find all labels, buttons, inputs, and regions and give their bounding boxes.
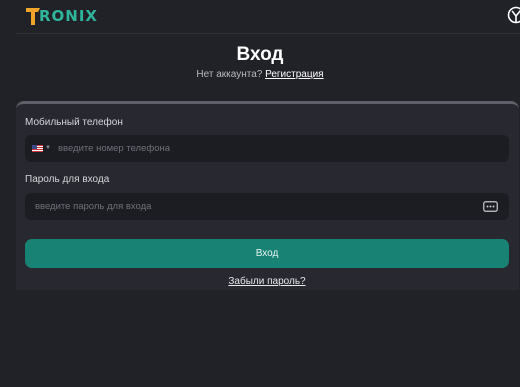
logo-text: RONIX <box>39 7 99 25</box>
show-password-icon[interactable] <box>483 201 498 212</box>
page-title: Вход <box>236 44 284 65</box>
country-dropdown-caret-icon[interactable]: ▼ <box>45 145 51 152</box>
phone-input[interactable]: введите номер телефона <box>58 143 170 154</box>
register-prompt: Нет аккаунта? Регистрация <box>0 69 520 80</box>
us-flag-icon[interactable] <box>32 145 43 152</box>
login-button[interactable]: Вход <box>25 239 509 268</box>
no-account-text: Нет аккаунта? <box>196 69 263 80</box>
register-link[interactable]: Регистрация <box>265 69 323 80</box>
forgot-password-link[interactable]: Забыли пароль? <box>0 276 520 287</box>
password-input[interactable]: введите пароль для входа <box>35 201 151 212</box>
logo[interactable]: RONIX <box>26 6 98 26</box>
password-field[interactable]: введите пароль для входа <box>25 193 509 220</box>
phone-field[interactable]: ▼ введите номер телефона <box>25 135 509 162</box>
theme-toggle-icon <box>507 6 520 24</box>
password-label: Пароль для входа <box>25 174 110 185</box>
logo-mark-icon <box>26 7 40 25</box>
theme-toggle-button[interactable] <box>505 4 520 26</box>
header: RONIX <box>16 0 520 34</box>
phone-label: Мобильный телефон <box>25 117 123 128</box>
login-page: RONIX Вход Нет аккаунта? Регистрация Моб… <box>0 0 520 387</box>
